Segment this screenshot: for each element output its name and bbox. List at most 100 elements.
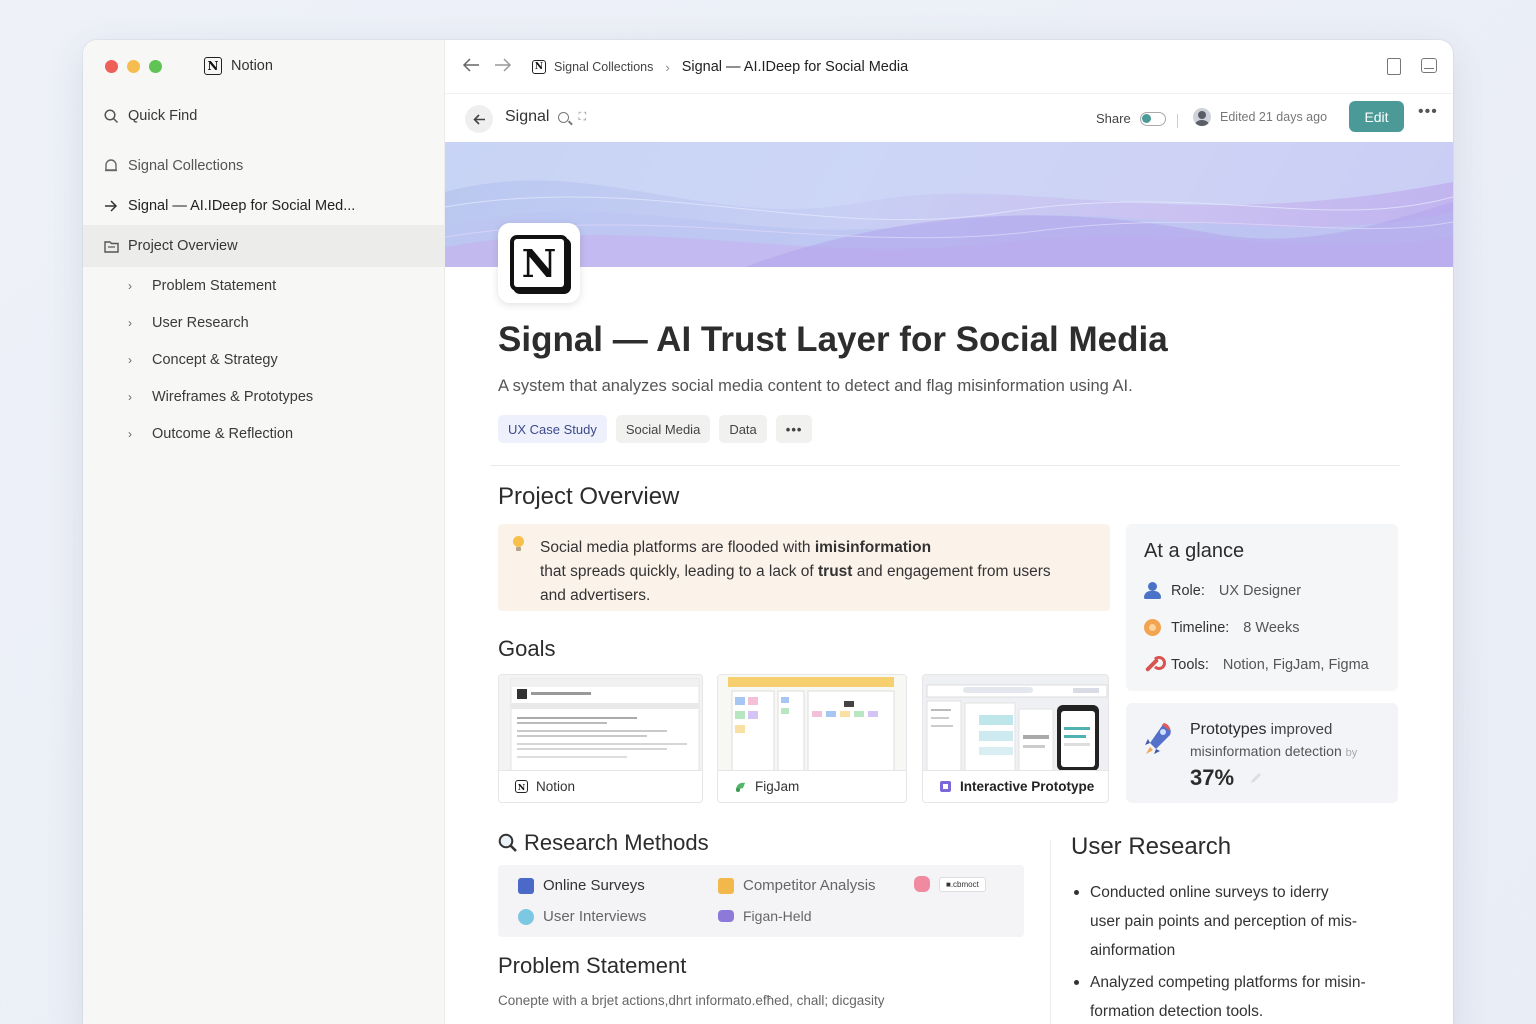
method-label: Online Surveys bbox=[543, 877, 645, 894]
tag[interactable]: UX Case Study bbox=[498, 415, 607, 443]
list-text: user pain points and perception of mis- bbox=[1090, 913, 1358, 930]
goal-card-figjam[interactable]: FigJam bbox=[717, 674, 907, 803]
share-control[interactable]: Share bbox=[1096, 111, 1166, 126]
magnifier-icon bbox=[498, 833, 517, 852]
stat-line: Prototypes improved bbox=[1190, 721, 1332, 739]
bell-icon bbox=[103, 158, 119, 174]
method-competitor-analysis[interactable]: Competitor Analysis bbox=[718, 877, 876, 894]
goal-card-label: N Notion bbox=[515, 779, 575, 794]
more-tags-button[interactable]: ••• bbox=[775, 415, 813, 443]
window-controls bbox=[105, 60, 162, 73]
glance-title: At a glance bbox=[1144, 540, 1245, 562]
section-heading-problem-statement: Problem Statement bbox=[498, 953, 687, 978]
sidebar-item-wireframes[interactable]: › Wireframes & Prototypes bbox=[128, 387, 490, 407]
sidebar-item-user-research[interactable]: › User Research bbox=[128, 313, 490, 333]
research-methods-box: Online Surveys Competitor Analysis ■.cbm… bbox=[498, 865, 1024, 937]
callout-fragment: quickly bbox=[629, 563, 676, 580]
envelope-icon bbox=[718, 877, 734, 894]
callout-fragment: that spreads bbox=[540, 563, 630, 580]
breadcrumb: N Signal Collections › Signal — AI.IDeep… bbox=[532, 59, 908, 75]
tag[interactable]: Data bbox=[719, 415, 767, 443]
search-icon[interactable] bbox=[558, 111, 570, 123]
glance-value: 8 Weeks bbox=[1243, 619, 1300, 636]
method-field-held[interactable]: Figan-Held bbox=[718, 908, 811, 924]
quick-find[interactable]: Quick Find bbox=[103, 106, 465, 126]
person-icon bbox=[1144, 582, 1161, 599]
chat-icon bbox=[914, 876, 930, 892]
chevron-right-icon: › bbox=[128, 316, 132, 330]
method-online-surveys[interactable]: Online Surveys bbox=[518, 877, 645, 894]
method-extra-chip[interactable]: ■.cbmoct bbox=[914, 876, 986, 892]
glance-tools: Tools: Notion, FigJam, Figma bbox=[1144, 656, 1369, 673]
close-window-button[interactable] bbox=[105, 60, 118, 73]
section-heading-project-overview: Project Overview bbox=[498, 483, 680, 510]
maximize-window-button[interactable] bbox=[149, 60, 162, 73]
panel-icon[interactable] bbox=[1421, 58, 1437, 73]
page-icon[interactable]: N bbox=[498, 223, 580, 303]
goal-card-notion[interactable]: N Notion bbox=[498, 674, 703, 803]
edit-button[interactable]: Edit bbox=[1349, 101, 1404, 132]
wrench-icon bbox=[1144, 656, 1166, 673]
lightbulb-icon bbox=[512, 536, 524, 552]
callout-fragment: are flooded with bbox=[696, 539, 815, 556]
breadcrumb-separator-icon: › bbox=[665, 59, 670, 75]
goal-thumbnail bbox=[718, 675, 906, 771]
breadcrumb-current[interactable]: Signal — AI.IDeep for Social Media bbox=[682, 59, 908, 75]
edited-label: Edited 21 days ago bbox=[1220, 110, 1328, 124]
more-options-icon[interactable]: ••• bbox=[1418, 103, 1438, 121]
user-research-list: Conducted online surveys to iderry user … bbox=[1071, 878, 1401, 1024]
problem-statement-text: Conepte with a brjet actions,dhrt inform… bbox=[498, 993, 885, 1008]
folder-icon bbox=[103, 238, 119, 254]
sidebar-item-project-overview[interactable]: Project Overview bbox=[83, 225, 445, 267]
top-bar: N Signal Collections › Signal — AI.IDeep… bbox=[445, 40, 1453, 94]
callout-text: Social media platforms are flooded with … bbox=[540, 536, 1094, 608]
glance-label: Role: bbox=[1171, 582, 1205, 599]
sidebar-item-outcome[interactable]: › Outcome & Reflection bbox=[128, 424, 490, 444]
stat-line: misinformation detection by bbox=[1190, 743, 1357, 759]
column-divider bbox=[1050, 840, 1051, 1024]
field-study-icon bbox=[718, 910, 734, 922]
goal-card-prototype[interactable]: Interactive Prototype bbox=[922, 674, 1109, 803]
sidebar-item-problem-statement[interactable]: › Problem Statement bbox=[128, 276, 490, 296]
list-item: Conducted online surveys to iderry user … bbox=[1071, 878, 1401, 965]
callout-fragment: imisinformation bbox=[814, 539, 932, 556]
avatar[interactable] bbox=[1193, 108, 1211, 126]
notion-logo-icon: N bbox=[204, 57, 222, 75]
page-cover[interactable] bbox=[445, 142, 1453, 267]
back-button[interactable] bbox=[465, 105, 493, 133]
figjam-board-preview bbox=[718, 675, 906, 770]
sidebar-item-concept-strategy[interactable]: › Concept & Strategy bbox=[128, 350, 490, 370]
search-icon bbox=[103, 108, 119, 124]
minimize-window-button[interactable] bbox=[127, 60, 140, 73]
goal-card-title: Notion bbox=[536, 779, 576, 794]
list-text: ainformation bbox=[1090, 942, 1176, 959]
glance-label: Timeline: bbox=[1171, 619, 1230, 636]
share-label: Share bbox=[1096, 111, 1131, 126]
app-name: Notion bbox=[231, 58, 273, 74]
glance-value: Notion, FigJam, Figma bbox=[1222, 656, 1369, 673]
chevron-right-icon: › bbox=[128, 279, 132, 293]
callout: Social media platforms are flooded with … bbox=[498, 524, 1110, 611]
tag[interactable]: Social Media bbox=[615, 415, 711, 443]
section-heading-user-research: User Research bbox=[1071, 833, 1232, 860]
quick-find-label: Quick Find bbox=[128, 108, 198, 124]
share-toggle[interactable] bbox=[1139, 111, 1166, 126]
sidebar-item-signal-collections[interactable]: Signal Collections bbox=[103, 156, 465, 176]
breadcrumb-parent[interactable]: Signal Collections bbox=[554, 60, 653, 74]
chevron-right-icon: › bbox=[128, 427, 132, 441]
figjam-icon bbox=[736, 782, 745, 792]
expand-icon[interactable]: ⛶ bbox=[578, 111, 586, 124]
notion-logo-icon: N bbox=[515, 780, 528, 793]
glance-label: Tools: bbox=[1171, 656, 1209, 673]
list-item: Analyzed competing platforms for misin- … bbox=[1071, 968, 1401, 1024]
sidebar-item-current-page[interactable]: Signal — AI.IDeep for Social Med... bbox=[103, 196, 465, 216]
callout-fragment: , leading to a lack of bbox=[675, 563, 819, 580]
document-icon[interactable] bbox=[1387, 58, 1401, 75]
forward-arrow-icon[interactable] bbox=[494, 55, 512, 78]
method-user-interviews[interactable]: User Interviews bbox=[518, 908, 646, 925]
back-arrow-icon[interactable] bbox=[462, 55, 480, 78]
sidebar-item-label: Signal Collections bbox=[128, 158, 244, 174]
arrow-right-icon bbox=[103, 198, 119, 214]
notion-logo-icon: N bbox=[532, 60, 546, 74]
sidebar-item-label: Project Overview bbox=[128, 238, 238, 254]
